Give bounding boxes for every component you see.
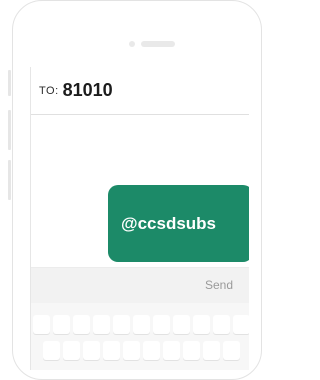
- compose-bar[interactable]: Send: [31, 267, 249, 304]
- keyboard-key[interactable]: [163, 341, 180, 360]
- message-text: @ccsdsubs: [121, 213, 217, 233]
- front-camera-icon: [129, 41, 135, 47]
- keyboard-key[interactable]: [33, 315, 50, 334]
- phone-side-button-volume-up: [8, 110, 11, 150]
- keyboard-key[interactable]: [93, 315, 110, 334]
- keyboard-key[interactable]: [213, 315, 230, 334]
- keyboard-key[interactable]: [183, 341, 200, 360]
- sent-message-bubble: @ccsdsubs: [108, 185, 249, 262]
- send-button[interactable]: Send: [205, 278, 233, 292]
- keyboard-key[interactable]: [63, 341, 80, 360]
- keyboard-key[interactable]: [153, 315, 170, 334]
- recipient-number[interactable]: 81010: [63, 80, 113, 101]
- messages-screen: TO: 81010 @ccsdsubs Send: [30, 67, 249, 370]
- keyboard-key[interactable]: [223, 341, 240, 360]
- keyboard-key[interactable]: [143, 341, 160, 360]
- keyboard-key[interactable]: [83, 341, 100, 360]
- keyboard-key[interactable]: [203, 341, 220, 360]
- phone-side-button-mute: [8, 70, 11, 96]
- keyboard-key[interactable]: [123, 341, 140, 360]
- keyboard-key[interactable]: [133, 315, 150, 334]
- keyboard-key[interactable]: [53, 315, 70, 334]
- keyboard-key[interactable]: [43, 341, 60, 360]
- keyboard-key[interactable]: [193, 315, 210, 334]
- recipient-field[interactable]: TO: 81010: [31, 67, 249, 115]
- phone-side-button-volume-down: [8, 160, 11, 200]
- keyboard-key[interactable]: [113, 315, 130, 334]
- speaker-grille: [141, 41, 175, 47]
- keyboard-key[interactable]: [73, 315, 90, 334]
- to-label: TO:: [39, 84, 59, 97]
- keyboard: [31, 303, 249, 370]
- keyboard-key[interactable]: [173, 315, 190, 334]
- keyboard-key[interactable]: [233, 315, 249, 334]
- keyboard-key[interactable]: [103, 341, 120, 360]
